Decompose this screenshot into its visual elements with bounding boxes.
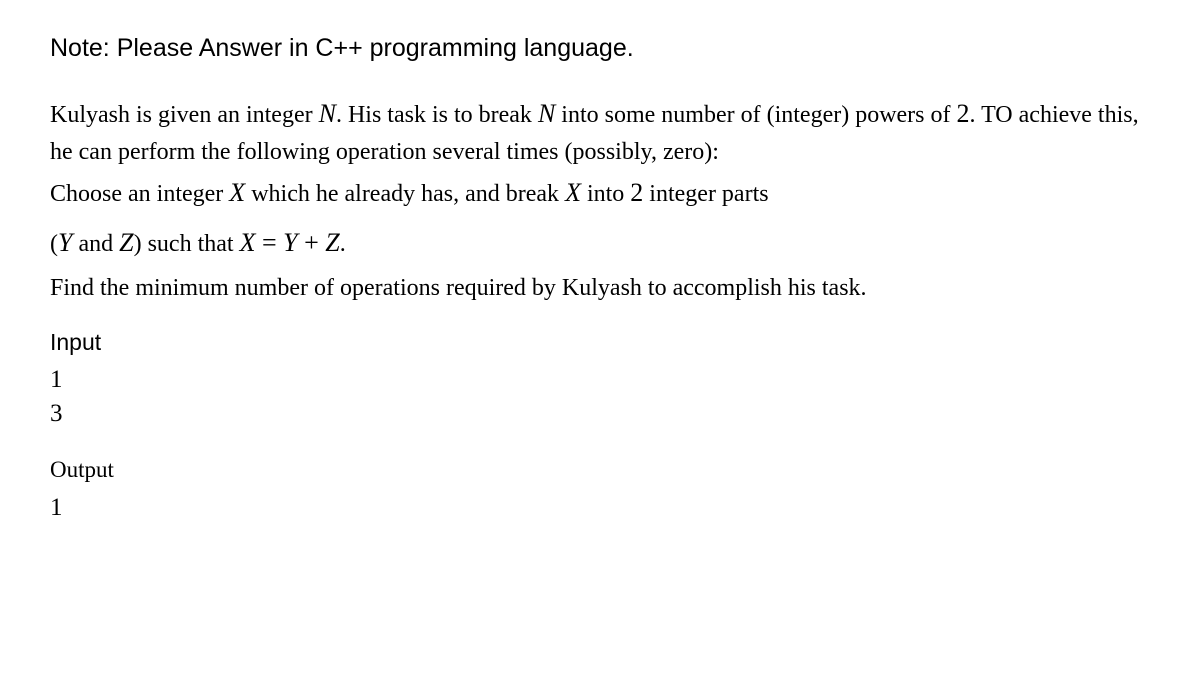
output-value-1: 1 — [50, 491, 1150, 525]
text: Kulyash is given an integer — [50, 102, 319, 128]
var-n: N — [319, 99, 336, 128]
problem-paragraph-4: Find the minimum number of operations re… — [50, 270, 1150, 307]
var-x: X — [229, 178, 245, 207]
text: ( — [50, 231, 58, 257]
problem-paragraph-2: Choose an integer X which he already has… — [50, 173, 1150, 213]
text: into — [581, 181, 630, 207]
text: . His task is to break — [336, 102, 538, 128]
text: into some number of (integer) powers of — [555, 102, 956, 128]
var-y: Y — [58, 228, 72, 257]
var-n-2: N — [538, 99, 555, 128]
var-x-2: X — [565, 178, 581, 207]
problem-paragraph-3: (Y and Z) such that X = Y + Z. — [50, 223, 1150, 263]
text: . — [340, 231, 346, 257]
eq-eq: = — [255, 228, 283, 257]
text: Choose an integer — [50, 181, 229, 207]
output-label: Output — [50, 453, 1150, 488]
input-label: Input — [50, 325, 1150, 360]
eq-y: Y — [283, 228, 297, 257]
input-value-1: 1 — [50, 363, 1150, 397]
var-z: Z — [119, 228, 133, 257]
num-2b: 2 — [630, 178, 643, 207]
text: ) such that — [134, 231, 240, 257]
text: and — [72, 231, 119, 257]
note-header: Note: Please Answer in C++ programming l… — [50, 30, 1150, 68]
text: integer parts — [643, 181, 768, 207]
eq-x: X — [240, 228, 256, 257]
input-value-2: 3 — [50, 397, 1150, 431]
text: which he already has, and break — [245, 181, 565, 207]
eq-z: Z — [325, 228, 339, 257]
eq-plus: + — [298, 228, 326, 257]
num-2: 2 — [957, 99, 970, 128]
problem-paragraph-1: Kulyash is given an integer N. His task … — [50, 94, 1150, 171]
